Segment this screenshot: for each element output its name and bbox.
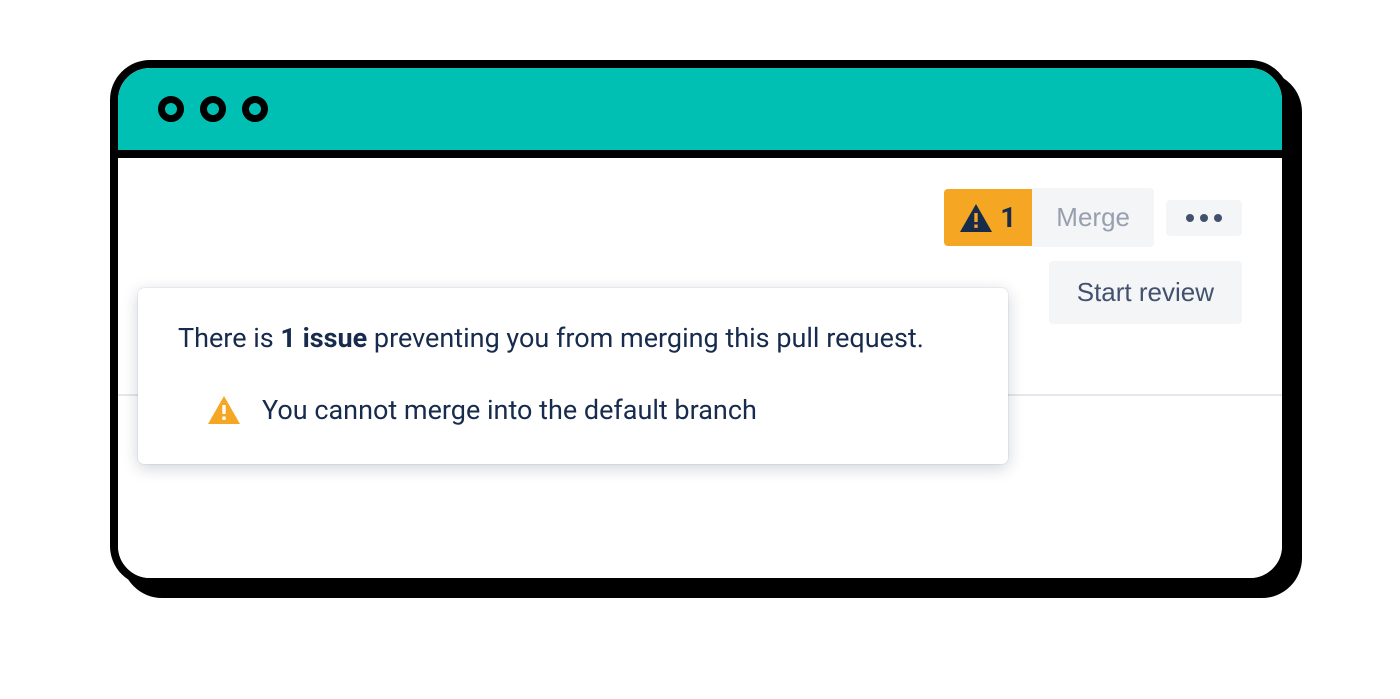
merge-button[interactable]: Merge	[1032, 188, 1154, 247]
popover-heading-prefix: There is	[178, 322, 280, 354]
issue-row: You cannot merge into the default branch	[178, 394, 968, 426]
popover-heading-suffix: preventing you from merging this pull re…	[367, 322, 924, 354]
traffic-light-dot	[242, 96, 268, 122]
app-window: 1 Merge Start review There is 1 issue pr…	[110, 60, 1290, 586]
ellipsis-icon	[1186, 214, 1222, 222]
traffic-light-dot	[200, 96, 226, 122]
window-title-bar	[118, 68, 1282, 158]
start-review-button[interactable]: Start review	[1049, 261, 1242, 324]
warning-count: 1	[1000, 201, 1016, 234]
merge-warning-badge[interactable]: 1	[944, 189, 1032, 246]
warning-icon	[208, 396, 240, 424]
window-body: 1 Merge Start review There is 1 issue pr…	[118, 158, 1282, 578]
popover-heading-bold: 1 issue	[280, 322, 367, 354]
issue-text: You cannot merge into the default branch	[262, 394, 757, 426]
warning-icon	[960, 204, 992, 232]
traffic-light-dot	[158, 96, 184, 122]
pr-action-toolbar: 1 Merge	[158, 188, 1242, 247]
popover-heading: There is 1 issue preventing you from mer…	[178, 320, 968, 358]
merge-issues-popover: There is 1 issue preventing you from mer…	[138, 288, 1008, 464]
more-actions-button[interactable]	[1166, 200, 1242, 236]
